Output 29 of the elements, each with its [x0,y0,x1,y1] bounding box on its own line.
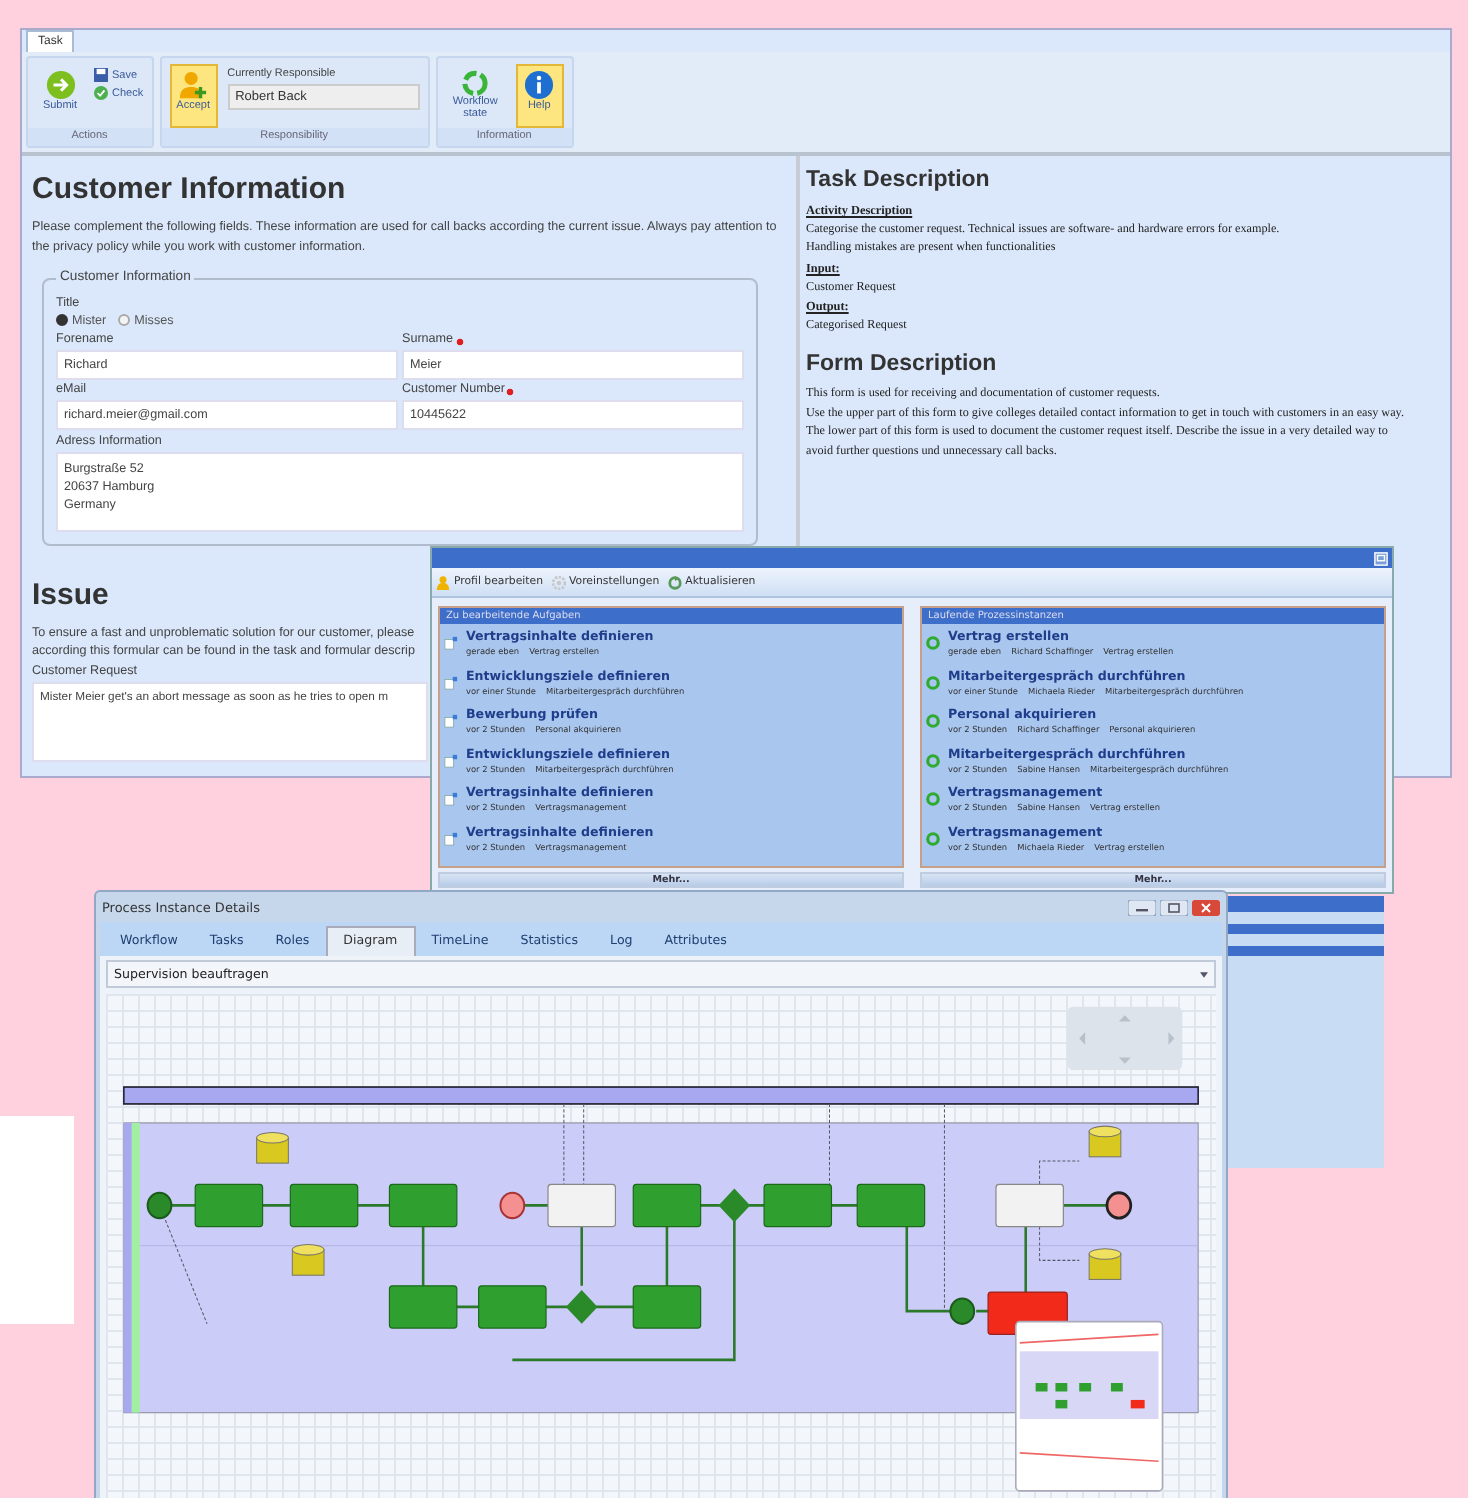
cycle-icon [460,70,491,97]
person-add-icon [178,70,209,100]
person-icon [436,575,450,589]
process-icon [926,831,940,846]
task-icon [444,792,458,807]
restore-icon[interactable] [1374,551,1388,565]
save-icon [94,68,108,82]
caret-icon [1200,971,1208,977]
process-icon [926,753,940,768]
process-icon [926,792,940,807]
process-icon [926,714,940,729]
section-heading: Form Description [806,351,999,376]
refresh-icon [667,575,682,589]
section-heading: Customer Information [32,172,346,206]
minimize-icon[interactable] [1128,899,1156,915]
task-icon [444,636,458,651]
task-icon [444,714,458,729]
task-icon [444,831,458,846]
section-heading: Task Description [806,168,992,192]
task-icon [444,675,458,690]
process-icon [926,675,940,690]
check-icon [94,86,108,100]
task-icon [444,753,458,768]
info-icon [524,70,555,100]
section-heading: Issue [32,577,109,611]
process-icon [926,636,940,651]
settings-icon [551,575,565,589]
maximize-icon[interactable] [1160,899,1188,915]
close-icon[interactable] [1192,899,1220,915]
